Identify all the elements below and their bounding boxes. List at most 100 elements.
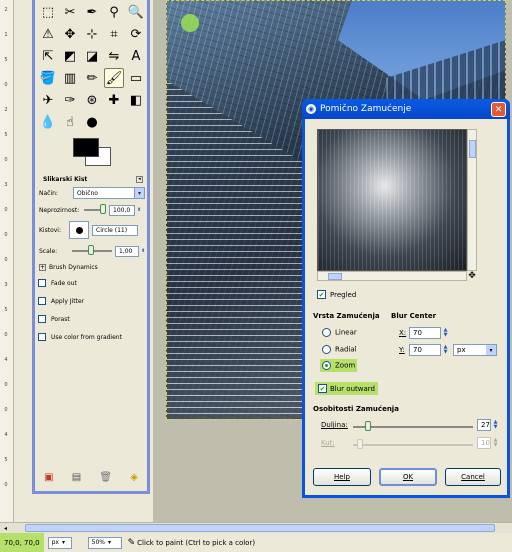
- rect-select-icon[interactable]: ⬚: [38, 2, 58, 22]
- scale-value-field[interactable]: 1,00: [115, 245, 139, 257]
- eraser-icon[interactable]: ▭: [126, 68, 146, 88]
- paintbrush-icon[interactable]: 🖌: [104, 68, 124, 88]
- ok-button[interactable]: OK: [379, 468, 437, 486]
- text-icon[interactable]: A: [126, 46, 146, 66]
- horizontal-scrollbar-thumb[interactable]: [25, 524, 496, 532]
- fade-out-option[interactable]: Fade out: [35, 274, 147, 292]
- zoom-select[interactable]: 50% ▾: [87, 536, 122, 549]
- horizontal-scrollbar[interactable]: ◂: [0, 522, 512, 533]
- blur-icon[interactable]: 💧: [38, 112, 58, 132]
- navigate-icon[interactable]: ✥: [467, 271, 477, 281]
- measure-icon[interactable]: ⚠: [38, 24, 58, 44]
- y-value: 70: [413, 346, 422, 354]
- use-gradient-checkbox[interactable]: [38, 333, 46, 341]
- blend-icon[interactable]: ▥: [60, 68, 80, 88]
- ruler-tick-label: 5: [4, 57, 8, 63]
- options-menu-icon[interactable]: ◂: [136, 175, 143, 183]
- brush-name: Circle (11): [96, 226, 128, 234]
- blur-type-radial[interactable]: Radial: [322, 345, 357, 354]
- brush-preview-button[interactable]: [69, 221, 89, 239]
- preview-vertical-scrollbar[interactable]: [467, 129, 477, 271]
- shear-icon[interactable]: ◩: [60, 46, 80, 66]
- preview-vscroll-thumb[interactable]: [469, 140, 476, 158]
- ruler-tick-label: 0: [4, 257, 8, 263]
- mode-select[interactable]: Obično ▾: [73, 187, 145, 199]
- delete-icon[interactable]: 🗑: [99, 472, 112, 483]
- preview-checkbox[interactable]: ✔: [317, 290, 326, 299]
- rotate-icon[interactable]: ⟳: [126, 24, 146, 44]
- scale-slider-thumb[interactable]: [88, 245, 94, 255]
- zoom-radio[interactable]: [322, 361, 331, 370]
- close-button[interactable]: ✕: [491, 102, 506, 117]
- spin-arrows-icon[interactable]: ▲ ▼: [491, 420, 500, 431]
- ink-icon[interactable]: ✑: [60, 90, 80, 110]
- paths-icon[interactable]: ✒: [82, 2, 102, 22]
- zoom-icon[interactable]: 🔍: [126, 2, 146, 22]
- preview-toggle[interactable]: ✔ Pregled: [317, 290, 356, 299]
- save-icon[interactable]: ▣: [44, 472, 53, 483]
- brush-dynamics-label[interactable]: Brush Dynamics: [49, 264, 98, 271]
- porast-option[interactable]: Porast: [35, 310, 147, 328]
- blur-type-zoom[interactable]: Zoom: [320, 359, 358, 372]
- blur-outward-toggle[interactable]: ✔ Blur outward: [315, 382, 378, 395]
- apply-jitter-checkbox[interactable]: [38, 297, 46, 305]
- radial-radio[interactable]: [322, 345, 331, 354]
- center-unit-select[interactable]: px ▾: [453, 344, 497, 356]
- scroll-left-icon[interactable]: ◂: [4, 525, 7, 532]
- fuzzy-select-icon[interactable]: ✂: [60, 2, 80, 22]
- scale-icon[interactable]: ⇱: [38, 46, 58, 66]
- smudge-icon[interactable]: ☝: [60, 112, 80, 132]
- opacity-value-field[interactable]: 100,0: [109, 204, 135, 216]
- apply-jitter-option[interactable]: Apply Jitter: [35, 292, 147, 310]
- dodge-burn-icon[interactable]: ●: [82, 112, 102, 132]
- spin-arrows-icon[interactable]: ⬍: [137, 207, 141, 213]
- unit-select[interactable]: px ▾: [47, 536, 72, 549]
- bucket-fill-icon[interactable]: 🪣: [38, 68, 58, 88]
- preview-horizontal-scrollbar[interactable]: [317, 271, 467, 281]
- heal-icon[interactable]: ✚: [104, 90, 124, 110]
- move-icon[interactable]: ✥: [60, 24, 80, 44]
- flip-icon[interactable]: ⇋: [104, 46, 124, 66]
- y-field[interactable]: 70 ▲ ▼: [409, 344, 447, 356]
- opacity-slider-thumb[interactable]: [100, 204, 106, 214]
- cancel-button[interactable]: Cancel: [445, 468, 501, 486]
- length-slider[interactable]: [353, 421, 473, 431]
- length-label: Duljina:: [321, 421, 348, 429]
- porast-checkbox[interactable]: [38, 315, 46, 323]
- scale-label: Scale:: [39, 247, 58, 255]
- perspective-icon[interactable]: ◪: [82, 46, 102, 66]
- dialog-titlebar[interactable]: ◉ Pomično Zamućenje: [302, 99, 510, 119]
- blur-type-linear[interactable]: Linear: [322, 328, 357, 337]
- blur-properties-heading: Osobitosti Zamućenja: [313, 405, 399, 413]
- length-slider-thumb[interactable]: [365, 421, 371, 431]
- crop-icon[interactable]: ⌗: [104, 24, 124, 44]
- angle-slider-thumb: [357, 439, 363, 449]
- radial-label: Radial: [335, 345, 357, 354]
- foreground-color-swatch[interactable]: [73, 138, 99, 157]
- color-swatches[interactable]: [73, 138, 113, 168]
- spin-arrows-icon[interactable]: ⬍: [141, 248, 145, 254]
- preview-area[interactable]: [317, 129, 467, 271]
- spin-arrows-icon[interactable]: ▲ ▼: [441, 328, 450, 339]
- dialog-title: Pomično Zamućenje: [320, 104, 412, 114]
- linear-radio[interactable]: [322, 328, 331, 337]
- reset-icon[interactable]: ◈: [130, 472, 138, 483]
- perspective-clone-icon[interactable]: ◧: [126, 90, 146, 110]
- pencil-icon[interactable]: ✏: [82, 68, 102, 88]
- airbrush-icon[interactable]: ✈: [38, 90, 58, 110]
- fade-out-checkbox[interactable]: [38, 279, 46, 287]
- color-picker-icon[interactable]: ⚲: [104, 2, 124, 22]
- x-field[interactable]: 70 ▲ ▼: [409, 327, 447, 339]
- preview-hscroll-thumb[interactable]: [328, 273, 342, 280]
- spin-arrows-icon[interactable]: ▲ ▼: [441, 345, 450, 356]
- blur-outward-checkbox[interactable]: ✔: [318, 384, 327, 393]
- opacity-slider[interactable]: [84, 204, 106, 214]
- use-gradient-option[interactable]: Use color from gradient: [35, 328, 147, 346]
- expander-icon[interactable]: +: [39, 263, 46, 271]
- align-icon[interactable]: ⊹: [82, 24, 102, 44]
- scale-slider[interactable]: [72, 245, 112, 255]
- clone-icon[interactable]: ⊛: [82, 90, 102, 110]
- length-field[interactable]: 27 ▲ ▼: [477, 419, 497, 431]
- restore-icon[interactable]: ▤: [72, 472, 81, 483]
- help-button[interactable]: Help: [313, 468, 371, 486]
